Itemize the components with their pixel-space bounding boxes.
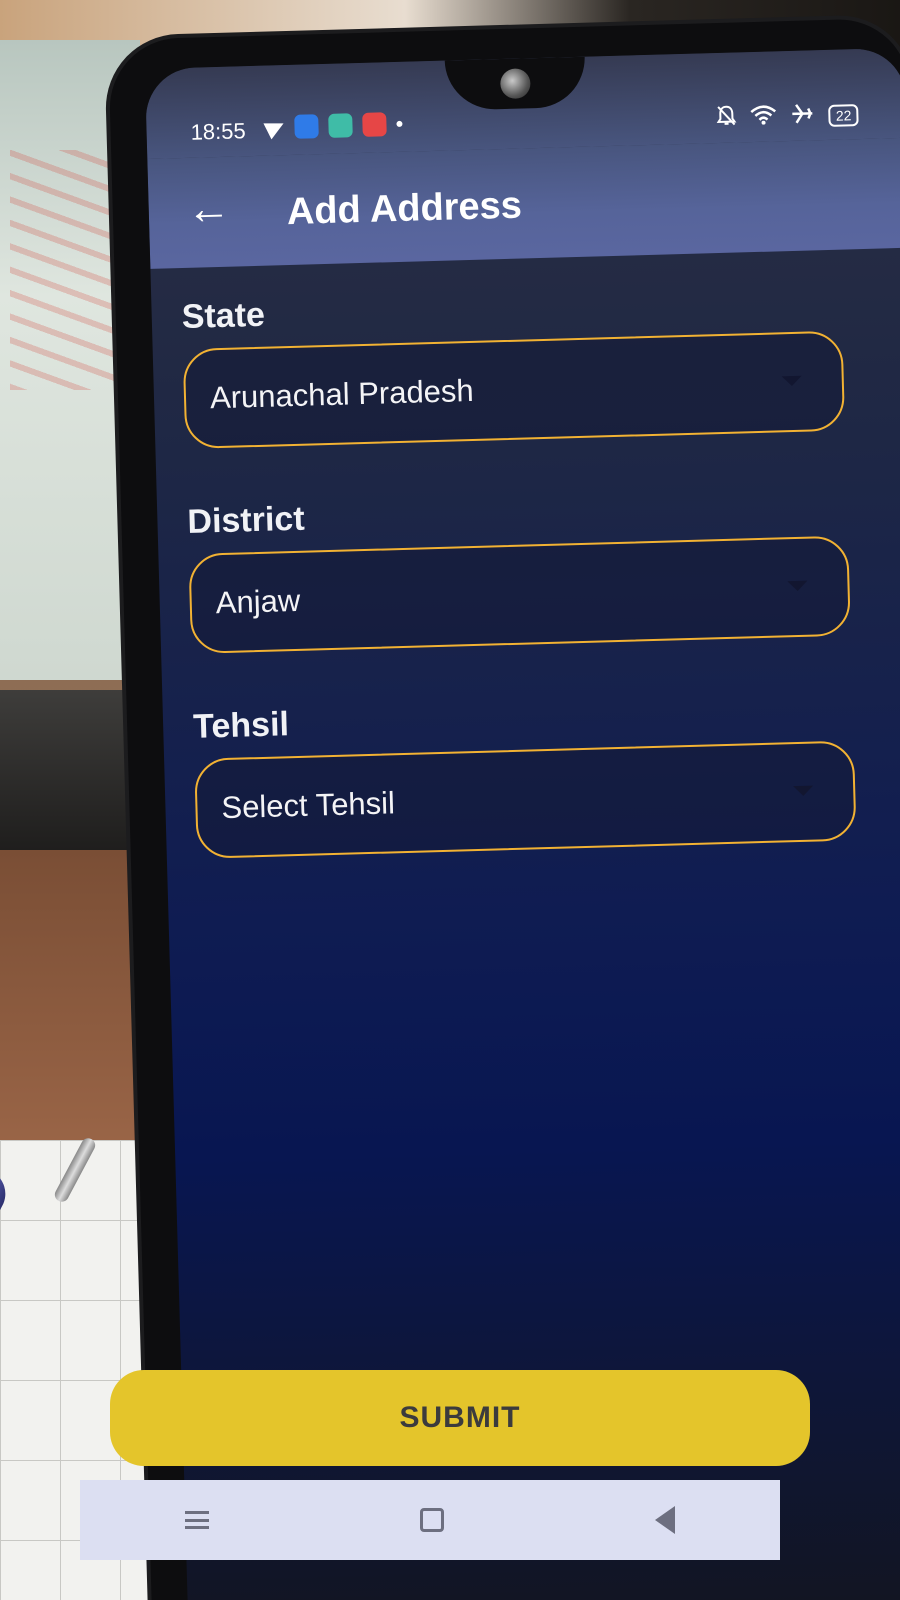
tehsil-placeholder: Select Tehsil <box>220 785 396 826</box>
chevron-down-icon <box>787 580 808 592</box>
chevron-down-icon <box>781 375 802 387</box>
status-icons-left <box>263 112 403 140</box>
telegram-icon <box>263 115 288 140</box>
mute-icon <box>716 104 737 133</box>
submit-button[interactable]: SUBMIT <box>110 1370 810 1466</box>
app-bar: ← Add Address <box>147 137 900 269</box>
system-nav-bar <box>80 1480 780 1560</box>
wifi-icon <box>750 104 777 131</box>
page-title: Add Address <box>286 184 523 234</box>
tehsil-dropdown[interactable]: Select Tehsil <box>194 740 857 859</box>
blue-app-icon <box>294 114 319 139</box>
district-label: District <box>186 499 306 541</box>
dot-icon <box>396 120 403 127</box>
recents-icon[interactable] <box>185 1511 210 1529</box>
back-icon[interactable] <box>654 1506 675 1534</box>
phone-screen: 18:55 22 ← Add Address State Arunachal P… <box>144 47 900 1600</box>
district-dropdown[interactable]: Anjaw <box>188 535 851 654</box>
status-icons-right: 22 <box>716 101 859 133</box>
district-value: Anjaw <box>215 582 301 621</box>
chevron-down-icon <box>793 785 814 797</box>
battery-icon: 22 <box>828 104 859 127</box>
state-value: Arunachal Pradesh <box>209 372 475 416</box>
phone-frame: 18:55 22 ← Add Address State Arunachal P… <box>108 17 900 1600</box>
address-form: State Arunachal Pradesh District Anjaw T… <box>181 279 878 913</box>
state-dropdown[interactable]: Arunachal Pradesh <box>182 330 846 449</box>
state-label: State <box>181 295 266 337</box>
status-time: 18:55 <box>190 118 246 145</box>
tehsil-label: Tehsil <box>192 705 290 746</box>
arrow-left-icon: ← <box>186 183 232 234</box>
back-button[interactable]: ← <box>178 178 240 240</box>
red-app-icon <box>362 112 387 137</box>
airplane-icon <box>790 102 815 131</box>
teal-app-icon <box>328 113 353 138</box>
home-icon[interactable] <box>419 1508 444 1532</box>
